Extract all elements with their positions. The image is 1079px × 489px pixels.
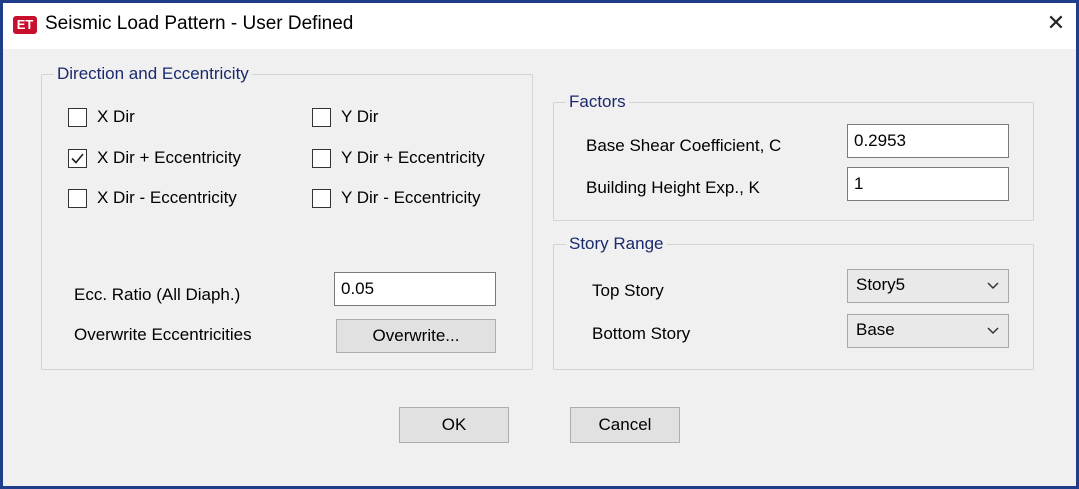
- top-story-value: Story5: [856, 275, 906, 294]
- x-dir-label: X Dir: [97, 107, 135, 126]
- x-dir-minus-ecc-label: X Dir - Eccentricity: [97, 188, 237, 207]
- base-shear-coefficient-input[interactable]: 0.2953: [847, 124, 1009, 158]
- x-dir-checkbox[interactable]: [68, 107, 87, 127]
- base-shear-coefficient-label: Base Shear Coefficient, C: [586, 136, 782, 155]
- x-dir-plus-ecc-checkbox[interactable]: [68, 148, 87, 168]
- building-height-exp-label: Building Height Exp., K: [586, 178, 760, 197]
- etabs-app-icon: ET: [13, 16, 37, 34]
- bottom-story-dropdown[interactable]: Base: [847, 314, 1009, 348]
- x-dir-plus-ecc-checkbox-row[interactable]: X Dir + Eccentricity: [68, 148, 241, 168]
- chevron-down-icon: [987, 282, 999, 290]
- bottom-story-label: Bottom Story: [592, 324, 691, 343]
- factors-group: Factors Base Shear Coefficient, C 0.2953…: [553, 92, 1034, 221]
- y-dir-plus-ecc-checkbox[interactable]: [312, 148, 331, 168]
- x-dir-plus-ecc-label: X Dir + Eccentricity: [97, 148, 242, 167]
- y-dir-minus-ecc-label: Y Dir - Eccentricity: [341, 188, 481, 207]
- y-dir-checkbox[interactable]: [312, 107, 331, 127]
- title-bar: ET Seismic Load Pattern - User Defined ✕: [3, 3, 1076, 49]
- y-dir-minus-ecc-checkbox[interactable]: [312, 188, 331, 208]
- overwrite-eccentricities-label: Overwrite Eccentricities: [74, 325, 252, 344]
- y-dir-plus-ecc-checkbox-row[interactable]: Y Dir + Eccentricity: [312, 148, 485, 168]
- y-dir-minus-ecc-checkbox-row[interactable]: Y Dir - Eccentricity: [312, 188, 481, 208]
- direction-eccentricity-legend: Direction and Eccentricity: [54, 64, 252, 84]
- factors-legend: Factors: [566, 92, 629, 112]
- dialog-title: Seismic Load Pattern - User Defined: [45, 13, 354, 34]
- ok-button[interactable]: OK: [399, 407, 509, 443]
- story-range-group: Story Range Top Story Story5 Bottom Stor…: [553, 234, 1034, 370]
- y-dir-checkbox-row[interactable]: Y Dir: [312, 107, 378, 127]
- bottom-story-value: Base: [856, 320, 895, 339]
- top-story-dropdown[interactable]: Story5: [847, 269, 1009, 303]
- ecc-ratio-label: Ecc. Ratio (All Diaph.): [74, 285, 241, 304]
- x-dir-minus-ecc-checkbox-row[interactable]: X Dir - Eccentricity: [68, 188, 237, 208]
- y-dir-plus-ecc-label: Y Dir + Eccentricity: [341, 148, 485, 167]
- ecc-ratio-input[interactable]: 0.05: [334, 272, 496, 306]
- x-dir-minus-ecc-checkbox[interactable]: [68, 188, 87, 208]
- cancel-button[interactable]: Cancel: [570, 407, 680, 443]
- y-dir-label: Y Dir: [341, 107, 379, 126]
- top-story-label: Top Story: [592, 281, 664, 300]
- x-dir-checkbox-row[interactable]: X Dir: [68, 107, 135, 127]
- overwrite-button[interactable]: Overwrite...: [336, 319, 496, 353]
- building-height-exp-input[interactable]: 1: [847, 167, 1009, 201]
- dialog-client-area: Direction and Eccentricity X Dir Y Dir X…: [3, 49, 1076, 486]
- dialog-window: ET Seismic Load Pattern - User Defined ✕…: [0, 0, 1079, 489]
- chevron-down-icon: [987, 327, 999, 335]
- story-range-legend: Story Range: [566, 234, 667, 254]
- close-button[interactable]: ✕: [1036, 5, 1076, 41]
- checkmark-icon: [71, 152, 84, 164]
- direction-eccentricity-group: Direction and Eccentricity X Dir Y Dir X…: [41, 64, 533, 370]
